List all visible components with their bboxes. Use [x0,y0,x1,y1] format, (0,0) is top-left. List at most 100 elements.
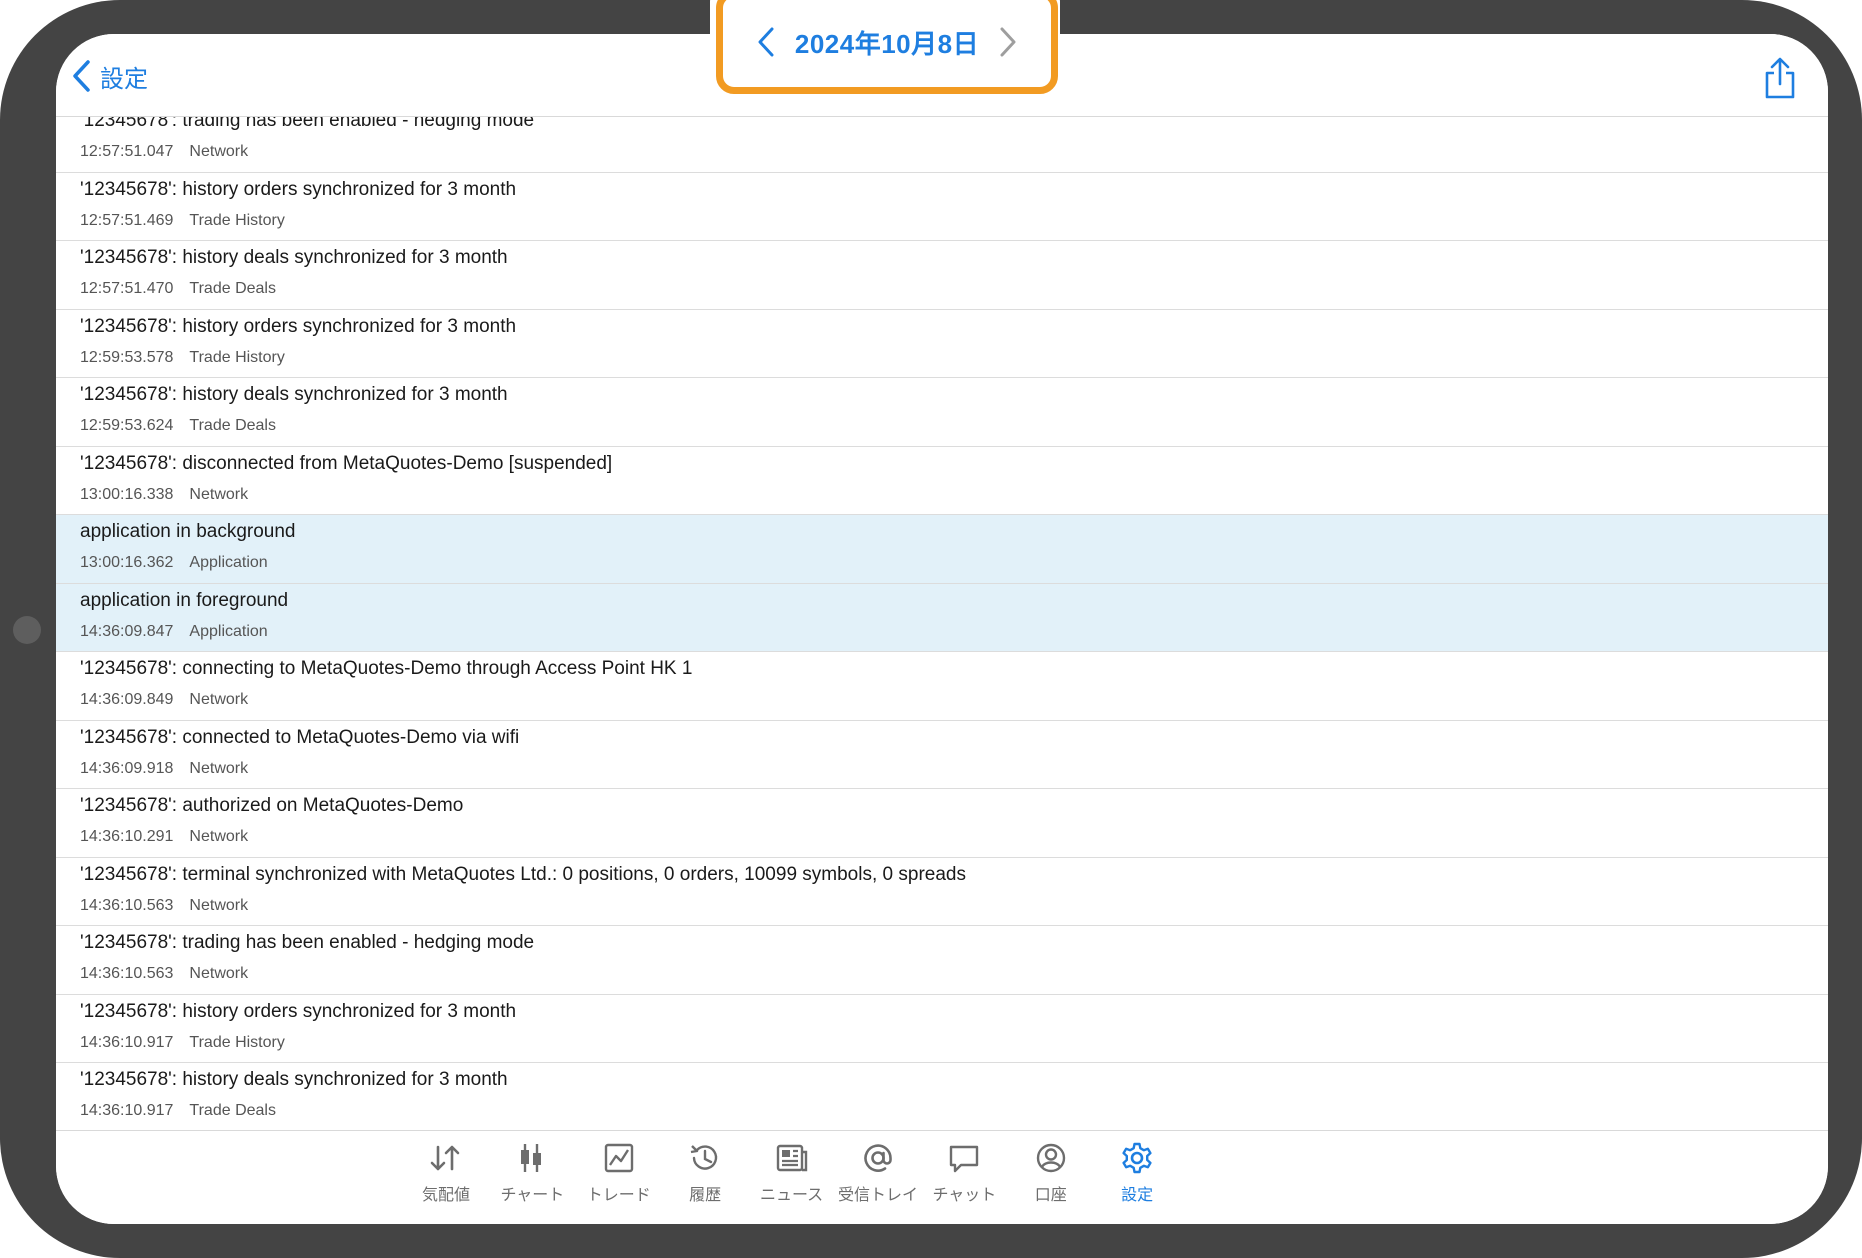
tab-chat[interactable]: チャット [919,1141,1009,1215]
log-message: '12345678': authorized on MetaQuotes-Dem… [80,795,464,816]
log-message: '12345678': history deals synchronized f… [80,247,508,268]
log-time: 13:00:16.338 [80,485,174,503]
log-time: 14:36:10.917 [80,1102,174,1119]
log-meta: 12:59:53.624 Trade Deals [80,417,276,435]
chat-icon [950,1145,979,1173]
log-time: 14:36:10.563 [80,965,174,982]
quotes-icon [430,1145,460,1171]
tab-bar: 気配値 チャート トレード 履歴 ニュース 受信トレイ チャット 口座 設定 [56,1130,1828,1224]
log-source: Network [189,691,249,708]
tab-label: チャット [932,1187,997,1204]
mailbox-icon [864,1144,892,1172]
log-message: '12345678': connected to MetaQuotes-Demo… [80,726,520,748]
log-message: '12345678': history orders synchronized … [80,178,517,200]
log-message: application in background [80,521,296,542]
log-source: Network [189,485,249,503]
log-source: Trade Deals [189,1102,276,1119]
log-row[interactable]: '12345678': history orders synchronized … [56,172,1828,241]
log-source: Network [189,896,249,914]
tab-label: 履歴 [689,1187,722,1204]
log-time: 14:36:09.847 [80,622,174,640]
tab-settings[interactable]: 設定 [1092,1141,1182,1215]
camera-dot [13,616,41,644]
chevron-left-icon [758,27,774,57]
log-source: Network [189,143,249,160]
log-source: Network [189,828,249,845]
log-time: 12:57:51.469 [80,211,174,229]
tab-trade[interactable]: トレード [574,1141,664,1215]
back-button[interactable]: 設定 [70,56,148,96]
log-row[interactable]: '12345678': authorized on MetaQuotes-Dem… [56,789,1828,858]
log-source: Application [189,622,268,640]
tab-label: 受信トレイ [837,1187,918,1204]
tab-history[interactable]: 履歴 [660,1141,750,1215]
log-time: 12:57:51.470 [80,280,174,297]
log-message: '12345678': history deals synchronized f… [80,384,508,405]
log-meta: 13:00:16.362 Application [80,554,268,572]
log-message: '12345678': connecting to MetaQuotes-Dem… [80,658,693,679]
current-date-label[interactable]: 2024年10月8日 [795,24,979,61]
log-source: Trade Deals [189,417,276,434]
log-source: Network [189,965,249,982]
log-time: 14:36:09.918 [80,759,174,777]
log-message: '12345678': trading has been enabled - h… [80,932,535,953]
log-meta: 13:00:16.338 Network [80,486,248,504]
log-time: 14:36:10.917 [80,1033,174,1051]
log-source: Trade History [189,211,285,229]
log-row[interactable]: '12345678': disconnected from MetaQuotes… [56,446,1828,515]
log-time: 14:36:10.563 [80,896,174,914]
journal-log-list[interactable]: '12345678': trading has been enabled - h… [56,104,1828,1166]
tab-label: チャート [500,1187,565,1204]
log-source: Trade History [189,348,285,366]
log-message: '12345678': disconnected from MetaQuotes… [80,452,613,474]
date-selector: 2024年10月8日 [716,0,1058,94]
log-meta: 14:36:10.917 Trade Deals [80,1102,276,1120]
log-row[interactable]: '12345678': history deals synchronized f… [56,1063,1828,1132]
log-message: application in foreground [80,589,289,611]
device-frame: 設定 '12345678': trading has been enabled … [0,0,1862,1258]
log-row[interactable]: application in background 13:00:16.362 App… [56,515,1828,584]
log-row[interactable]: '12345678': history orders synchronized … [56,309,1828,378]
log-row[interactable]: '12345678': history deals synchronized f… [56,241,1828,310]
trade-icon [604,1143,633,1173]
previous-date-button[interactable] [755,25,777,59]
log-meta: 14:36:10.291 Network [80,828,248,846]
share-icon [1765,57,1795,99]
tab-news[interactable]: ニュース [747,1141,837,1215]
log-row[interactable]: '12345678': terminal synchronized with M… [56,857,1828,926]
log-meta: 12:57:51.470 Trade Deals [80,280,276,298]
log-time: 13:00:16.362 [80,554,174,571]
tab-chart[interactable]: チャート [487,1141,577,1215]
next-date-button[interactable] [997,25,1019,59]
log-row[interactable]: '12345678': trading has been enabled - h… [56,926,1828,995]
account-icon [1036,1143,1065,1173]
log-time: 14:36:10.291 [80,828,174,845]
chart-icon [521,1144,542,1172]
log-source: Trade Deals [189,280,276,297]
tab-label: 気配値 [421,1187,470,1204]
tab-label: トレード [586,1187,651,1204]
history-icon [690,1145,718,1170]
log-row[interactable]: '12345678': connected to MetaQuotes-Demo… [56,720,1828,789]
log-meta: 14:36:10.917 Trade History [80,1034,285,1052]
log-meta: 14:36:09.918 Network [80,760,248,778]
screen: 設定 '12345678': trading has been enabled … [56,34,1828,1224]
tab-label: 設定 [1121,1187,1154,1204]
log-row[interactable]: application in foreground 14:36:09.847 App… [56,583,1828,652]
chevron-right-icon [1000,27,1016,57]
log-time: 12:59:53.624 [80,417,174,434]
log-message: '12345678': history deals synchronized f… [80,1069,508,1090]
log-meta: 14:36:10.563 Network [80,965,248,983]
log-row[interactable]: '12345678': connecting to MetaQuotes-Dem… [56,652,1828,721]
tab-label: 口座 [1034,1187,1067,1204]
log-meta: 14:36:10.563 Network [80,897,248,915]
tab-mailbox[interactable]: 受信トレイ [833,1141,923,1215]
tab-account[interactable]: 口座 [1006,1141,1096,1215]
log-time: 12:57:51.047 [80,143,174,160]
share-button[interactable] [1762,56,1798,100]
log-row[interactable]: '12345678': history deals synchronized f… [56,378,1828,447]
news-icon [776,1144,807,1172]
log-source: Application [189,554,268,571]
log-row[interactable]: '12345678': history orders synchronized … [56,994,1828,1063]
tab-quotes[interactable]: 気配値 [401,1141,491,1215]
